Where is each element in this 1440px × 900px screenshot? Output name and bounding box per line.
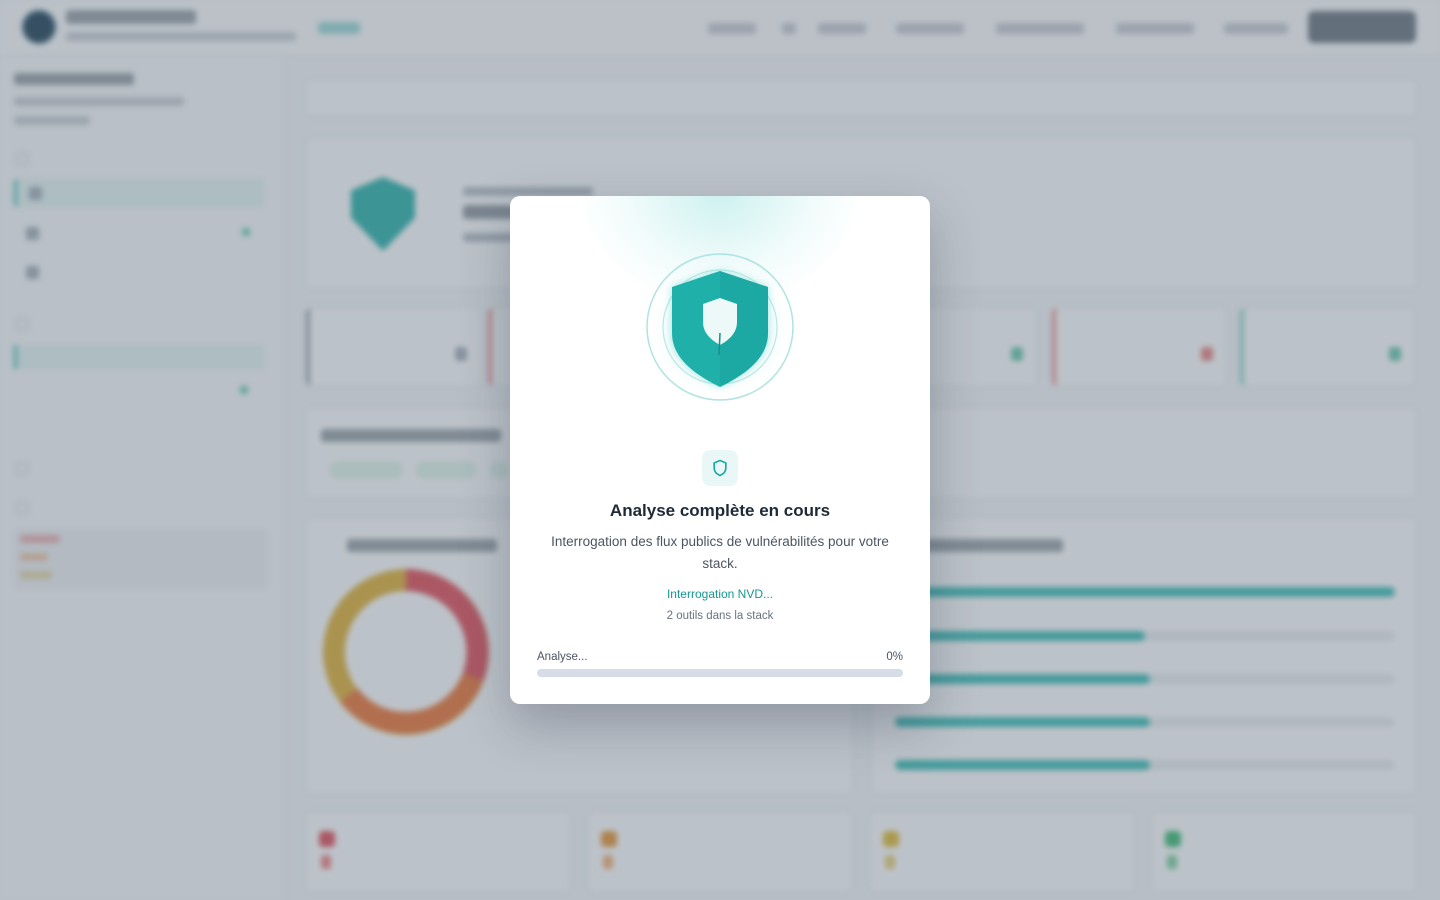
shield-outline-icon	[713, 459, 727, 477]
modal-description: Interrogation des flux publics de vulnér…	[551, 534, 889, 571]
tool-count-text: 2 outils dans la stack	[666, 610, 774, 622]
progress-percent: 0%	[886, 651, 903, 663]
shield-outline-icon-badge	[702, 450, 738, 486]
shield-emblem-icon	[646, 253, 794, 401]
scan-progress-modal: Analyse complète en cours Interrogation …	[510, 196, 930, 704]
progress-bar	[537, 669, 903, 677]
scan-status-text: Interrogation NVD...	[666, 587, 774, 601]
progress-label: Analyse...	[537, 651, 588, 663]
modal-title: Analyse complète en cours	[609, 501, 831, 520]
